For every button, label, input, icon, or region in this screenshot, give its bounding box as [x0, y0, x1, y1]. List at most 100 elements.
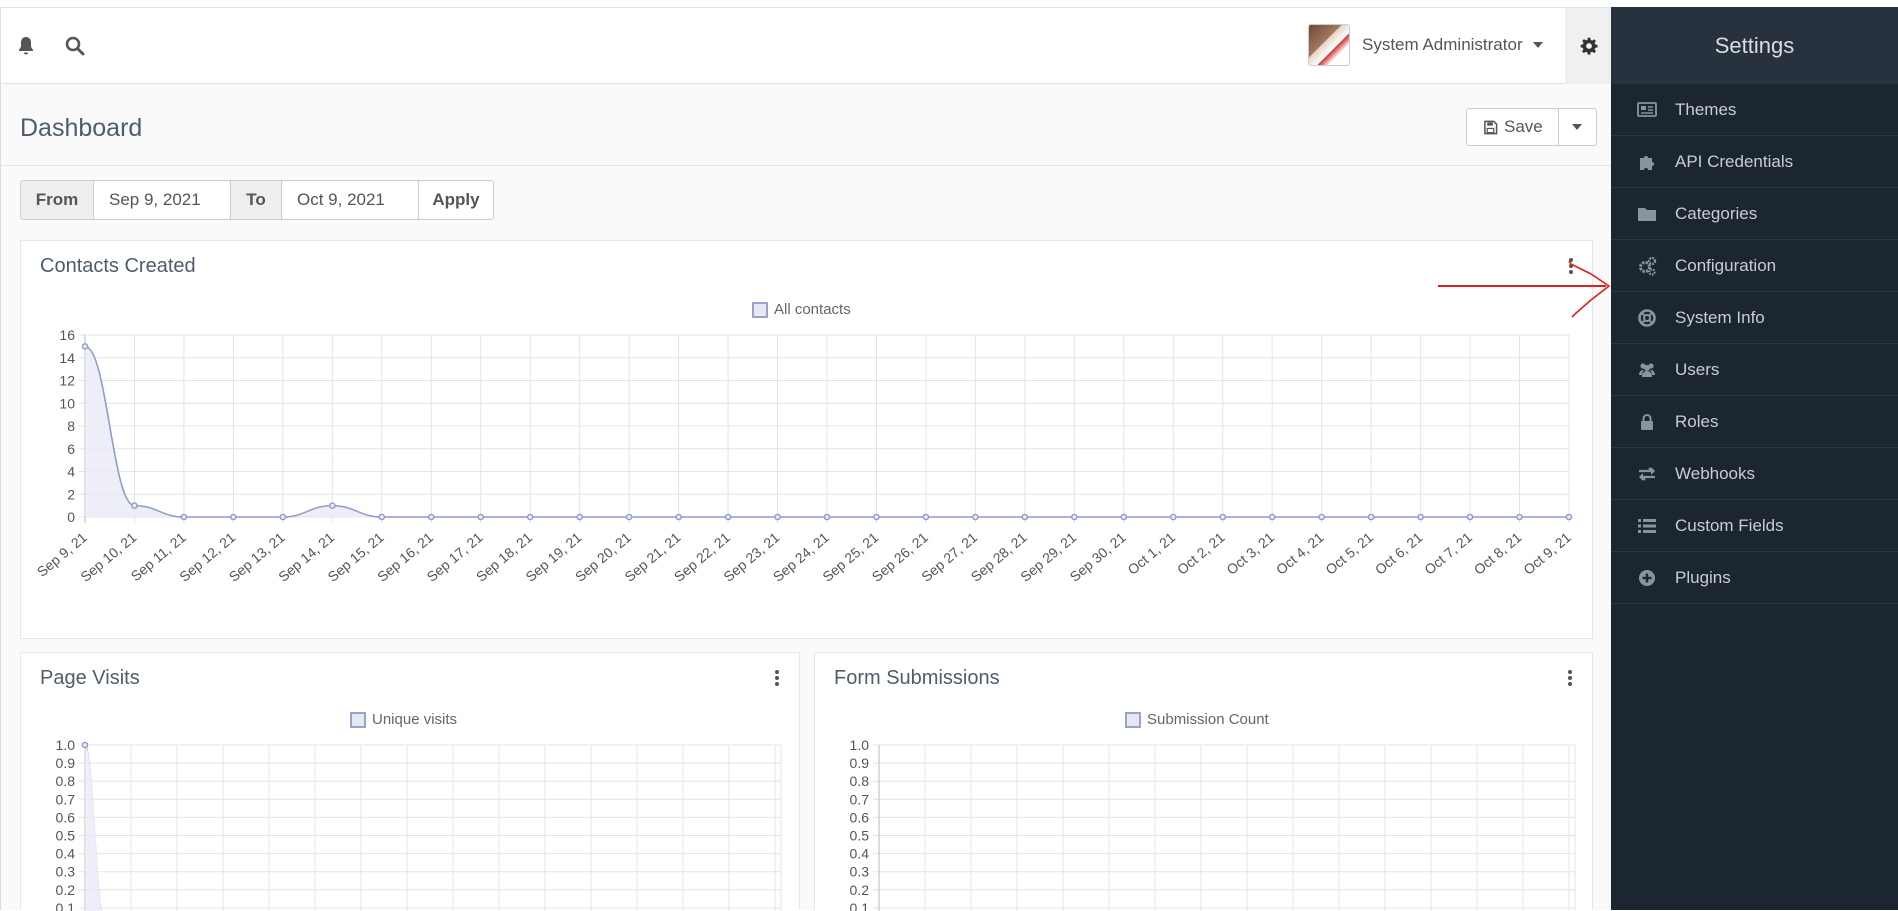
sidebar-item-users[interactable]: Users	[1611, 344, 1898, 396]
y-tick-label: 2	[67, 486, 75, 502]
sidebar-item-label: System Info	[1675, 307, 1765, 327]
sidebar-item-plugins[interactable]: Plugins	[1611, 552, 1898, 604]
sidebar-item-label: API Credentials	[1675, 151, 1794, 171]
data-point	[1219, 513, 1227, 521]
data-point	[526, 513, 534, 521]
y-tick-label: 0.8	[850, 773, 870, 789]
y-tick-label: 0.1	[850, 900, 870, 911]
y-tick-label: 0.5	[850, 828, 870, 844]
contacts-created-panel: Contacts Created All contacts 16 14 12 10 8 6…	[20, 240, 1593, 639]
y-tick-label: 0.3	[56, 864, 76, 880]
y-tick-label: 6	[67, 441, 75, 457]
newspaper-icon	[1637, 100, 1657, 120]
sidebar-item-label: Roles	[1675, 411, 1719, 431]
y-tick-label: 12	[59, 373, 75, 389]
sidebar-item-label: Users	[1675, 359, 1720, 379]
to-label: To	[231, 181, 281, 219]
from-label: From	[21, 181, 93, 219]
data-point	[1367, 513, 1375, 521]
save-button[interactable]: Save	[1467, 109, 1559, 145]
data-point	[230, 513, 237, 521]
x-tick-label: Oct 5, 21	[1322, 529, 1376, 578]
puzzle-icon	[1637, 152, 1657, 172]
y-tick-label: 0.7	[56, 791, 76, 807]
page-title: Dashboard	[20, 114, 143, 142]
x-tick-label: Oct 2, 21	[1174, 529, 1228, 578]
sidebar-item-custom-fields[interactable]: Custom Fields	[1611, 500, 1898, 552]
y-tick-label: 0.8	[56, 773, 76, 789]
data-point	[724, 513, 732, 521]
user-name: System Administrator	[1362, 35, 1523, 54]
bell-icon[interactable]	[14, 34, 38, 58]
x-tick-label: Oct 1, 21	[1124, 529, 1178, 578]
search-icon[interactable]	[63, 34, 87, 58]
settings-button[interactable]	[1565, 8, 1612, 84]
avatar	[1308, 24, 1350, 66]
form-submissions-panel: Form Submissions Submission Count 1.0 0.9…	[814, 652, 1593, 911]
to-date-input[interactable]: Oct 9, 2021	[281, 181, 419, 219]
data-point	[81, 343, 89, 350]
users-icon	[1637, 360, 1657, 380]
page-header: Dashboard Save	[1, 84, 1612, 166]
x-tick-label: Oct 4, 21	[1273, 529, 1327, 578]
data-point	[922, 513, 930, 521]
sidebar-item-label: Custom Fields	[1675, 515, 1784, 535]
sidebar-item-label: Categories	[1675, 203, 1758, 223]
data-point	[1466, 513, 1474, 521]
y-tick-label: 0.3	[850, 864, 870, 880]
kebab-menu-icon[interactable]	[1567, 669, 1573, 687]
y-tick-label: 0.1	[56, 900, 76, 911]
sidebar-item-roles[interactable]: Roles	[1611, 396, 1898, 448]
data-point	[1169, 513, 1177, 521]
kebab-menu-icon[interactable]	[774, 669, 780, 687]
x-tick-label: Oct 6, 21	[1372, 529, 1426, 578]
sidebar-item-categories[interactable]: Categories	[1611, 188, 1898, 240]
chevron-down-icon	[1532, 42, 1543, 48]
chevron-down-icon	[1572, 124, 1583, 130]
series-area	[85, 745, 102, 911]
data-point	[576, 513, 583, 521]
sidebar-item-api-credentials[interactable]: API Credentials	[1611, 136, 1898, 188]
main-area: System Administrator Dashboard Save From…	[0, 7, 1612, 911]
data-point	[972, 513, 979, 521]
data-point	[873, 513, 880, 521]
folder-icon	[1637, 204, 1657, 224]
contacts-chart: 1614121086420Sep 9, 21Sep 10, 21Sep 11, …	[34, 327, 1574, 585]
life-ring-icon	[1637, 308, 1657, 328]
y-tick-label: 1.0	[56, 737, 76, 753]
y-tick-label: 0.5	[56, 828, 76, 844]
panel-title: Contacts Created	[40, 255, 196, 277]
lock-icon	[1637, 412, 1657, 432]
y-tick-label: 0.9	[56, 755, 76, 771]
sidebar-item-themes[interactable]: Themes	[1611, 84, 1898, 136]
sidebar-item-system-info[interactable]: System Info	[1611, 292, 1898, 344]
panel-title: Page Visits	[40, 667, 140, 689]
panel-title: Form Submissions	[834, 667, 1000, 689]
page-visits-panel: Page Visits Unique visits 1.0 0.9 0.8 0.7 0.…	[20, 652, 800, 911]
data-point	[1268, 513, 1276, 521]
data-point	[131, 502, 138, 509]
data-point	[675, 513, 682, 521]
page-visits-chart: 1.0 0.9 0.8 0.7 0.6 0.5 0.4 0.3 0.2 0.1	[56, 737, 782, 911]
form-submissions-chart: 1.0 0.9 0.8 0.7 0.6 0.5 0.4 0.3 0.2 0.1	[850, 737, 1576, 911]
data-point	[774, 513, 781, 521]
data-point	[329, 502, 336, 509]
gear-icon	[1580, 37, 1597, 55]
annotation-arrow	[1438, 260, 1611, 318]
data-point	[1021, 513, 1029, 521]
y-tick-label: 0.4	[56, 846, 76, 862]
save-options-dropdown[interactable]	[1559, 109, 1596, 145]
y-tick-label: 10	[59, 395, 75, 411]
gears-icon	[1637, 256, 1657, 276]
user-menu[interactable]: System Administrator	[1308, 24, 1543, 66]
y-tick-label: 8	[67, 418, 75, 434]
data-point	[378, 513, 386, 521]
date-range-filter: From Sep 9, 2021 To Oct 9, 2021 Apply	[20, 180, 494, 220]
apply-button[interactable]: Apply	[419, 181, 493, 219]
sidebar-item-configuration[interactable]: Configuration	[1611, 240, 1898, 292]
data-point	[1516, 513, 1523, 521]
sidebar-item-webhooks[interactable]: Webhooks	[1611, 448, 1898, 500]
from-date-input[interactable]: Sep 9, 2021	[93, 181, 231, 219]
sidebar-item-label: Webhooks	[1675, 463, 1756, 483]
data-point	[477, 513, 485, 521]
